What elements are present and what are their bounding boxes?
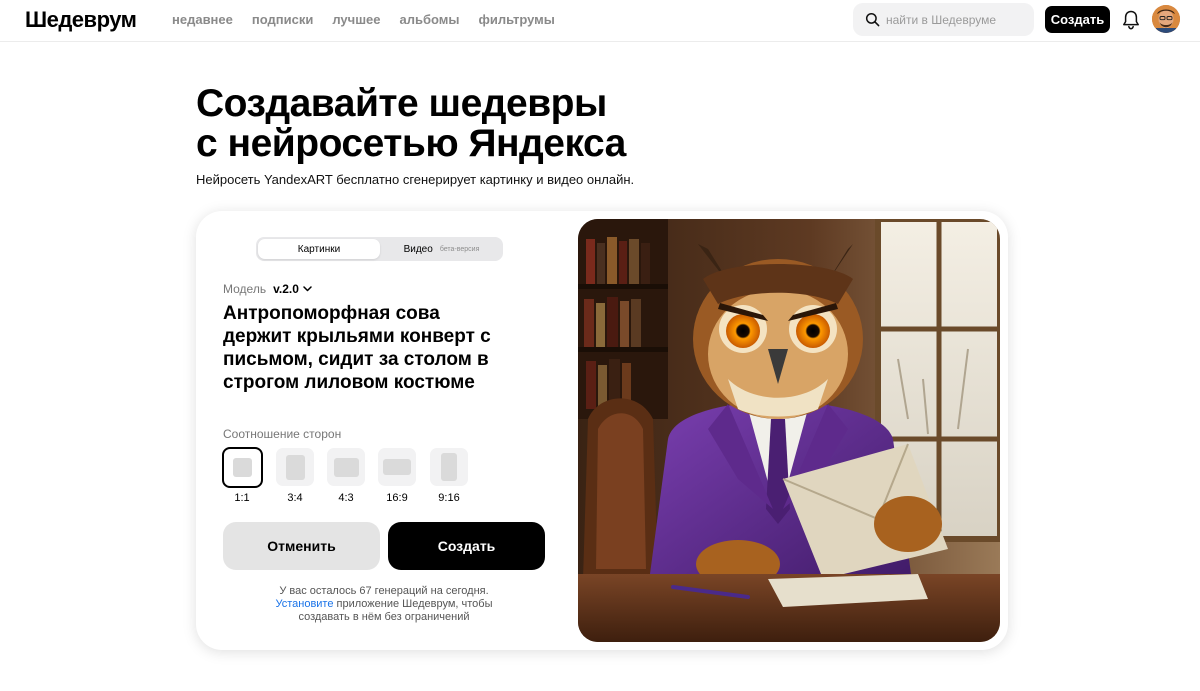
- page-subtitle: Нейросеть YandexART бесплатно сгенерируе…: [196, 172, 635, 187]
- create-button[interactable]: Создать: [388, 522, 545, 570]
- search-icon: [865, 12, 880, 27]
- model-value: v.2.0: [273, 282, 299, 296]
- page-title: Создавайте шедевры с нейросетью Яндекса: [196, 84, 816, 164]
- ratio-3-4-label: 3:4: [287, 492, 303, 504]
- ratio-option-4-3[interactable]: 4:3: [327, 448, 365, 504]
- ratio-option-16-9[interactable]: 16:9: [378, 448, 416, 504]
- ratio-9-16-label: 9:16: [438, 492, 460, 504]
- generator-card: Картинки Видео бета-версия Модель v.2.0 …: [196, 211, 1008, 650]
- nav-filtrums[interactable]: фильтрумы: [479, 12, 555, 27]
- chevron-down-icon: [303, 286, 312, 292]
- prompt-line: строгом лиловом костюме: [223, 372, 475, 393]
- ratio-option-3-4[interactable]: 3:4: [276, 448, 314, 504]
- header-create-button[interactable]: Создать: [1045, 6, 1110, 33]
- title-line-2: с нейросетью Яндекса: [196, 122, 626, 165]
- nav-recent[interactable]: недавнее: [172, 12, 233, 27]
- prompt-line: Антропоморфная сова: [223, 303, 440, 324]
- install-app-link[interactable]: Установите: [275, 598, 333, 610]
- note-line-2: Установите приложение Шедеврум, чтобы: [223, 598, 545, 611]
- ratio-1-1-label: 1:1: [234, 492, 250, 504]
- top-header: Шедеврум недавнее подписки лучшее альбом…: [0, 0, 1200, 42]
- ratio-1-1-icon: [222, 447, 263, 488]
- search-bar[interactable]: [853, 3, 1034, 36]
- tab-images-label: Картинки: [297, 243, 341, 255]
- tab-video[interactable]: Видео бета-версия: [382, 239, 501, 259]
- ratio-4-3-label: 4:3: [338, 492, 354, 504]
- generated-image[interactable]: [578, 219, 1000, 642]
- cancel-button[interactable]: Отменить: [223, 522, 380, 570]
- nav-albums[interactable]: альбомы: [400, 12, 460, 27]
- prompt-line: письмом, сидит за столом в: [223, 349, 489, 370]
- note-line-2-rest: приложение Шедеврум, чтобы: [333, 598, 493, 610]
- note-line-1: У вас осталось 67 генераций на сегодня.: [279, 585, 489, 597]
- owl-artwork: [578, 219, 1000, 642]
- mode-toggle: Картинки Видео бета-версия: [256, 237, 503, 261]
- avatar-image: [1152, 5, 1180, 33]
- ratio-option-1-1[interactable]: 1:1: [222, 447, 263, 504]
- search-input[interactable]: [886, 12, 1026, 27]
- main-nav: недавнее подписки лучшее альбомы фильтру…: [172, 12, 555, 27]
- model-selector[interactable]: Модель v.2.0: [223, 282, 312, 296]
- beta-badge: бета-версия: [439, 245, 480, 253]
- generation-limit-note: У вас осталось 67 генераций на сегодня. …: [223, 585, 545, 624]
- model-label: Модель: [223, 282, 267, 296]
- prompt-text[interactable]: Антропоморфная сова держит крыльями конв…: [223, 302, 553, 394]
- prompt-line: держит крыльями конверт с: [223, 326, 491, 347]
- avatar[interactable]: [1152, 5, 1180, 33]
- ratio-9-16-icon: [430, 448, 468, 486]
- note-line-3: создавать в нём без ограничений: [298, 611, 470, 623]
- tab-images[interactable]: Картинки: [258, 239, 380, 259]
- ratio-16-9-label: 16:9: [386, 492, 408, 504]
- title-line-1: Создавайте шедевры: [196, 82, 607, 125]
- ratio-3-4-icon: [276, 448, 314, 486]
- nav-subscriptions[interactable]: подписки: [252, 12, 313, 27]
- tab-video-label: Видео: [403, 243, 433, 255]
- bell-icon[interactable]: [1121, 9, 1141, 31]
- ratio-16-9-icon: [378, 448, 416, 486]
- nav-best[interactable]: лучшее: [332, 12, 380, 27]
- ratio-4-3-icon: [327, 448, 365, 486]
- aspect-ratio-label: Соотношение сторон: [223, 427, 342, 441]
- ratio-option-9-16[interactable]: 9:16: [430, 448, 468, 504]
- logo[interactable]: Шедеврум: [25, 7, 137, 33]
